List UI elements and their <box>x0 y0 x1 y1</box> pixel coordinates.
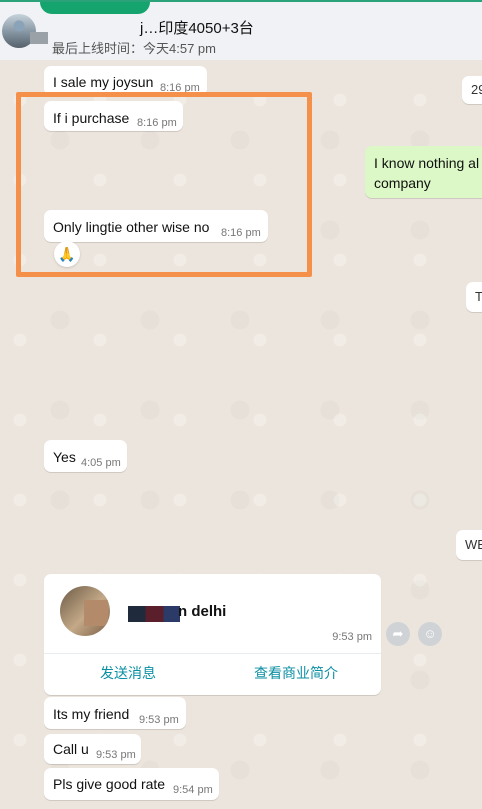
avatar-redaction <box>30 32 48 44</box>
emoji-icon[interactable]: ☺ <box>418 622 442 646</box>
message-time: 9:53 pm <box>139 714 179 726</box>
message-bubble[interactable]: Its my friend 9:53 pm <box>44 697 186 729</box>
message-text: If i purchase <box>53 110 130 126</box>
message-bubble[interactable]: Only lingtie other wise no 8:16 pm <box>44 210 268 242</box>
message-text: Pls give good rate <box>53 776 166 792</box>
partial-message-bubble[interactable]: T <box>466 282 482 312</box>
outgoing-message-bubble[interactable]: I know nothing al company <box>365 146 482 198</box>
view-business-profile-button[interactable]: 查看商业简介 <box>254 663 338 683</box>
message-time: 8:16 pm <box>221 227 261 239</box>
partial-message-text: WE <box>465 537 482 552</box>
card-avatar <box>60 586 110 636</box>
message-text: I sale my joysun <box>53 74 154 90</box>
contact-card[interactable]: n delhi 9:53 pm 发送消息 查看商业简介 <box>44 574 381 695</box>
message-text: Only lingtie other wise no <box>53 219 210 235</box>
card-time: 9:53 pm <box>332 631 372 643</box>
message-bubble[interactable]: Call u 9:53 pm <box>44 734 141 764</box>
card-contact-name: n delhi <box>178 603 227 620</box>
message-bubble[interactable]: Pls give good rate 9:54 pm <box>44 768 219 800</box>
send-message-button[interactable]: 发送消息 <box>100 663 156 683</box>
forward-icon[interactable]: ➦ <box>386 622 410 646</box>
partial-message-text: 29 <box>471 82 482 97</box>
name-redaction <box>128 606 180 622</box>
message-text-line2: company <box>374 175 431 191</box>
message-bubble[interactable]: If i purchase 8:16 pm <box>44 101 183 131</box>
last-seen-status: 最后上线时间：今天4:57 pm <box>52 41 216 56</box>
message-text: Call u <box>53 741 89 757</box>
message-time: 9:53 pm <box>96 749 136 761</box>
message-time: 4:05 pm <box>81 457 121 469</box>
message-time: 9:54 pm <box>173 784 213 796</box>
header-accent <box>40 2 150 14</box>
reaction-emoji[interactable]: 🙏 <box>54 241 80 267</box>
contact-name[interactable]: j…印度4050+3台 <box>140 17 254 38</box>
message-text: Yes <box>53 449 76 465</box>
message-bubble[interactable]: Yes 4:05 pm <box>44 440 127 472</box>
message-text: Its my friend <box>53 706 130 722</box>
card-divider <box>44 653 381 654</box>
partial-message-text: T <box>475 289 482 304</box>
chat-header: j…印度4050+3台 最后上线时间：今天4:57 pm <box>0 0 482 60</box>
partial-message-bubble[interactable]: 29 <box>462 76 482 104</box>
message-time: 8:16 pm <box>137 117 177 129</box>
message-text-line1: I know nothing al <box>374 155 480 171</box>
partial-message-bubble[interactable]: WE <box>456 530 482 560</box>
